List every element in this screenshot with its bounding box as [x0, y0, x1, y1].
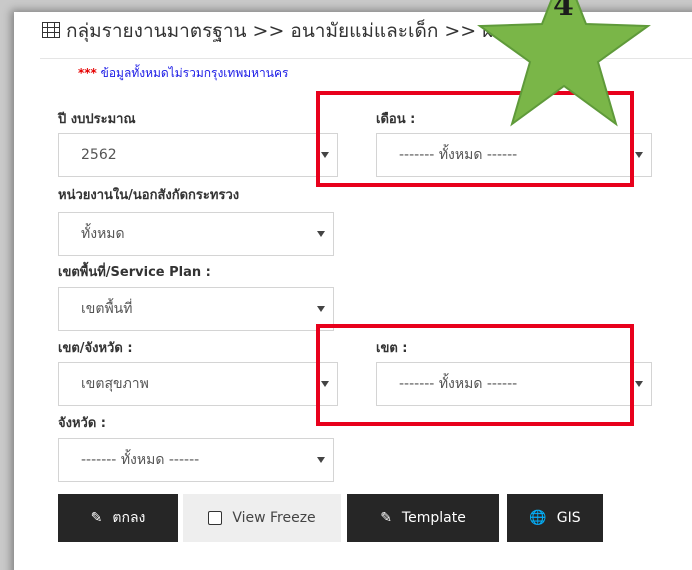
region-province-label: เขต/จังหวัด :	[58, 341, 133, 356]
step-number: 4	[553, 0, 574, 23]
data-notice: *** ข้อมูลทั้งหมดไม่รวมกรุงเทพมหานคร	[78, 64, 288, 83]
gis-button[interactable]: 🌐 GIS	[507, 494, 603, 542]
province-label: จังหวัด :	[58, 416, 107, 431]
caret-down-icon	[635, 381, 643, 387]
budget-year-select[interactable]: 2562	[58, 133, 338, 177]
agency-select[interactable]: ทั้งหมด	[58, 212, 334, 256]
area-value: เขตพื้นที่	[81, 301, 133, 317]
area-select[interactable]: เขตพื้นที่	[58, 287, 334, 331]
ok-button-label: ตกลง	[112, 510, 146, 526]
ok-button[interactable]: ✎ ตกลง	[58, 494, 178, 542]
notice-stars: ***	[78, 66, 97, 80]
region-province-select[interactable]: เขตสุขภาพ	[58, 362, 338, 406]
region-highlight-box	[316, 324, 634, 426]
province-select[interactable]: ------- ทั้งหมด ------	[58, 438, 334, 482]
page-title: กลุ่มรายงานมาตรฐาน >> อนามัยแม่และเด็ก >…	[66, 20, 517, 42]
notice-text: ข้อมูลทั้งหมดไม่รวมกรุงเทพมหานคร	[96, 66, 289, 80]
area-label: เขตพื้นที่/Service Plan :	[58, 265, 211, 280]
region-province-value: เขตสุขภาพ	[81, 376, 149, 392]
edit-icon: ✎	[380, 510, 392, 526]
table-icon	[42, 22, 60, 38]
template-button-label: Template	[401, 510, 466, 526]
checkbox-icon[interactable]	[208, 511, 223, 525]
caret-down-icon	[317, 231, 325, 237]
caret-down-icon	[317, 457, 325, 463]
budget-year-label: ปี งบประมาณ	[58, 112, 136, 127]
view-freeze-toggle[interactable]: View Freeze	[183, 494, 341, 542]
edit-icon: ✎	[90, 510, 103, 526]
budget-year-value: 2562	[81, 147, 117, 163]
agency-label: หน่วยงานใน/นอกสังกัดกระทรวง	[58, 188, 240, 203]
caret-down-icon	[317, 306, 325, 312]
province-value: ------- ทั้งหมด ------	[81, 452, 200, 468]
gis-button-label: GIS	[556, 510, 581, 526]
caret-down-icon	[635, 152, 643, 158]
view-freeze-label: View Freeze	[232, 510, 316, 526]
globe-icon: 🌐	[529, 510, 547, 526]
template-button[interactable]: ✎ Template	[347, 494, 499, 542]
agency-value: ทั้งหมด	[81, 226, 125, 242]
